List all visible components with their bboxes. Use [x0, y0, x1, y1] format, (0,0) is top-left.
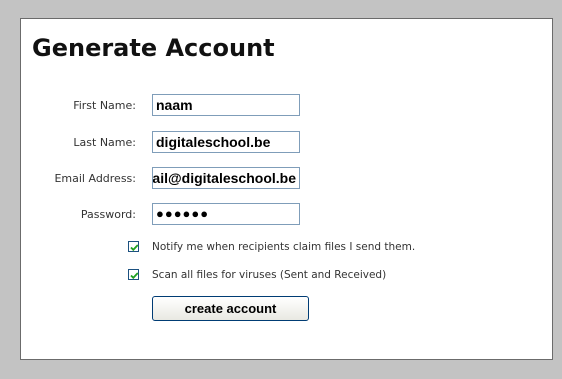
checkmark-icon [130, 272, 139, 280]
scan-checkbox[interactable] [128, 269, 139, 280]
notify-checkbox[interactable] [128, 241, 139, 252]
email-label: Email Address: [54, 172, 136, 185]
first-name-row: First Name: naam [21, 92, 552, 120]
create-account-button[interactable]: create account [152, 296, 309, 321]
last-name-row: Last Name: digitaleschool.be [21, 129, 552, 157]
generate-account-panel: Generate Account First Name: naam Last N… [20, 18, 553, 360]
scan-row: Scan all files for viruses (Sent and Rec… [21, 267, 552, 285]
email-input[interactable]: ail@digitaleschool.be [152, 167, 300, 189]
password-input[interactable]: ●●●●●● [152, 203, 300, 225]
first-name-label: First Name: [73, 99, 136, 112]
email-row: Email Address: ail@digitaleschool.be [21, 165, 552, 193]
notify-row: Notify me when recipients claim files I … [21, 239, 552, 257]
email-value: ail@digitaleschool.be [152, 170, 296, 186]
first-name-input[interactable]: naam [152, 94, 300, 116]
page-title: Generate Account [32, 34, 275, 62]
notify-label: Notify me when recipients claim files I … [152, 241, 416, 253]
password-label: Password: [80, 208, 136, 221]
last-name-label: Last Name: [73, 136, 136, 149]
scan-label: Scan all files for viruses (Sent and Rec… [152, 269, 387, 281]
last-name-input[interactable]: digitaleschool.be [152, 131, 300, 153]
password-row: Password: ●●●●●● [21, 201, 552, 229]
checkmark-icon [130, 244, 139, 252]
